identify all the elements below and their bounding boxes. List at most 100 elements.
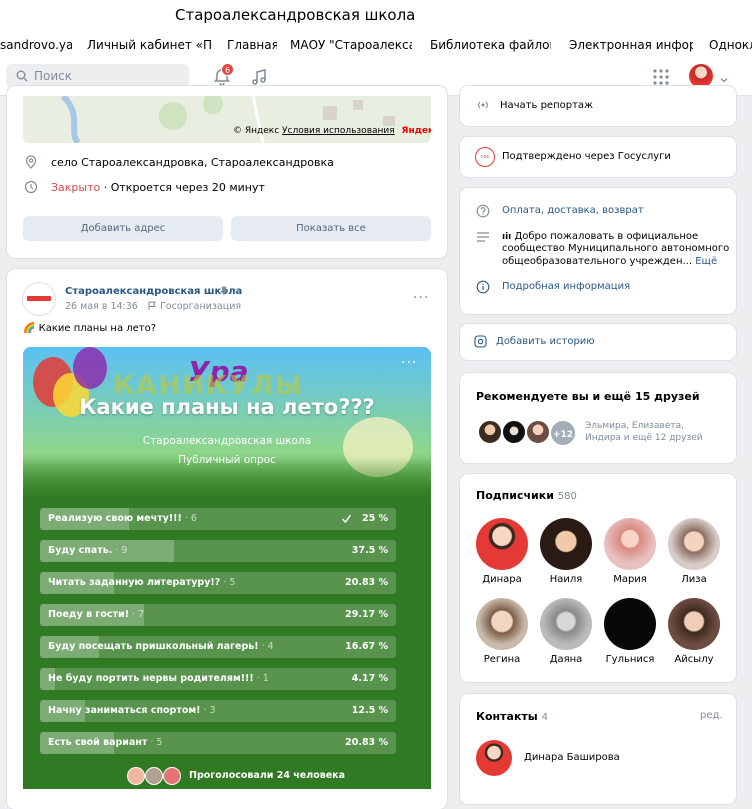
bookmark-6[interactable]: Однокл	[709, 38, 752, 54]
info-card: Оплата, доставка, возврат ıiı Добро пожа…	[460, 188, 736, 314]
subscriber-name[interactable]: Лиза	[659, 574, 729, 585]
text-lines-icon	[477, 232, 489, 242]
search-input[interactable]: Поиск	[6, 64, 189, 88]
location-pin-icon	[25, 155, 37, 169]
poll-option-text: Читать заданную литературу!? · 5	[48, 577, 235, 588]
apps-grid-icon	[653, 69, 669, 85]
poll-voted-count[interactable]: Проголосовали 24 человека	[189, 770, 345, 781]
poll: Ура КАНИКУЛЫ ··· Какие планы на лето??? …	[23, 347, 431, 789]
friend-avatar[interactable]	[501, 419, 527, 445]
add-story-card[interactable]: Добавить историю	[460, 324, 736, 360]
show-all-button[interactable]: Показать все	[231, 216, 431, 241]
more-friends-badge[interactable]: +12	[549, 419, 577, 447]
post-date[interactable]: 26 мая в 14:36	[65, 301, 138, 312]
poll-option-count: · 6	[181, 513, 197, 524]
gosuslugi-icon: гос	[475, 147, 495, 167]
map[interactable]: © Яндекс Условия использования Яндекс	[23, 96, 431, 143]
contact-avatar[interactable]	[476, 740, 512, 776]
voter-avatar[interactable]	[127, 767, 145, 785]
window-title: Староалександровская школа	[175, 6, 416, 24]
bookmark-3[interactable]: МАОУ "Староалекса	[290, 38, 412, 54]
poll-option-count: · 9	[112, 545, 128, 556]
bookmark-5[interactable]: Электронная инфор	[569, 38, 693, 54]
poll-option-label: Не буду портить нервы родителям!!!	[48, 673, 254, 684]
window-title-bar: Староалександровская школа	[0, 0, 752, 32]
subscriber-avatar[interactable]	[604, 598, 656, 650]
friends-names-2: Индира и ещё 12 друзей	[585, 433, 703, 443]
info-circle-icon	[476, 280, 490, 294]
poll-option[interactable]: Есть свой вариант · 5 20.83 %	[40, 732, 396, 754]
bookmark-0[interactable]: sandrovo.ya	[0, 38, 72, 54]
welcome-line-2: сообщество Муниципального автономного	[502, 243, 730, 254]
subscriber-avatar[interactable]	[668, 518, 720, 570]
subscriber-name[interactable]: Гульнися	[595, 654, 665, 665]
poll-author: Староалександровская школа	[142, 435, 312, 447]
broadcast-icon	[478, 101, 488, 109]
notification-badge: 6	[221, 63, 234, 76]
contact-name[interactable]: Динара Баширова	[524, 752, 620, 763]
subscriber-avatar[interactable]	[476, 598, 528, 650]
post-more-button[interactable]: ···	[413, 290, 429, 306]
rainbow-icon: 🌈	[23, 323, 36, 334]
subscriber-avatar[interactable]	[604, 518, 656, 570]
check-icon	[342, 514, 352, 524]
music-note-icon	[252, 69, 266, 85]
subscriber-name[interactable]: Мария	[595, 574, 665, 585]
search-placeholder: Поиск	[34, 69, 73, 83]
poll-option-text: Начну заниматься спортом! · 3	[48, 705, 216, 716]
poll-option[interactable]: Начну заниматься спортом! · 3 12.5 %	[40, 700, 396, 722]
poll-option-text: Не буду портить нервы родителям!!! · 1	[48, 673, 269, 684]
poll-more-button[interactable]: ···	[401, 355, 417, 371]
poll-option[interactable]: Поеду в гости! · 7 29.17 %	[40, 604, 396, 626]
poll-question: Какие планы на лето???	[79, 395, 375, 419]
friend-avatar[interactable]	[525, 419, 551, 445]
bookmark-2[interactable]: Главная	[227, 38, 277, 54]
subscriber-avatar[interactable]	[668, 598, 720, 650]
opening-hours: · Откроется через 20 минут	[100, 181, 265, 194]
gosuslugi-card[interactable]: гос Подтверждено через Госуслуги	[460, 137, 736, 177]
poll-option-percent: 29.17 %	[345, 609, 388, 620]
subscriber-name[interactable]: Наиля	[531, 574, 601, 585]
poll-option[interactable]: Не буду портить нервы родителям!!! · 1 4.…	[40, 668, 396, 690]
payment-link[interactable]: Оплата, доставка, возврат	[502, 205, 644, 216]
contacts-title[interactable]: Контакты	[476, 710, 538, 723]
poll-option[interactable]: Буду посещать пришкольный лагерь! · 4 16.…	[40, 636, 396, 658]
post-org-label: Госорганизация	[160, 301, 242, 312]
map-terms-link[interactable]: Условия использования	[282, 126, 395, 136]
author-avatar[interactable]	[23, 283, 55, 315]
poll-option-percent: 12.5 %	[351, 705, 388, 716]
poll-option[interactable]: Буду спать. · 9 37.5 %	[40, 540, 396, 562]
bookmark-4[interactable]: Библиотека файлов	[430, 38, 551, 54]
voter-avatar[interactable]	[145, 767, 163, 785]
add-address-button[interactable]: Добавить адрес	[23, 216, 223, 241]
subscriber-avatar[interactable]	[540, 518, 592, 570]
report-card[interactable]: Начать репортаж	[460, 86, 736, 126]
poll-option-label: Поеду в гости!	[48, 609, 130, 620]
user-avatar[interactable]	[689, 64, 713, 88]
subscriber-name[interactable]: Айсылу	[659, 654, 729, 665]
subscriber-name[interactable]: Регина	[467, 654, 537, 665]
details-link[interactable]: Подробная информация	[502, 281, 630, 292]
poll-option-percent: 25 %	[361, 513, 388, 524]
subscribers-title[interactable]: Подписчики	[476, 489, 554, 502]
subscriber-avatar[interactable]	[540, 598, 592, 650]
welcome-line-3: общеобразовательного учрежден...	[502, 256, 693, 267]
contacts-edit-link[interactable]: ред.	[700, 710, 723, 721]
poll-option[interactable]: Реализую свою мечту!!! · 6 25 %	[40, 508, 396, 530]
subscriber-name[interactable]: Даяна	[531, 654, 601, 665]
voter-avatar[interactable]	[163, 767, 181, 785]
subscriber-avatar[interactable]	[476, 518, 528, 570]
more-link[interactable]: Ещё	[695, 256, 717, 267]
friend-avatar[interactable]	[477, 419, 503, 445]
clock-icon	[24, 180, 38, 194]
post-author-link[interactable]: Староалександровская школа	[65, 286, 242, 297]
post-text: Какие планы на лето?	[38, 323, 157, 334]
flag-icon	[148, 301, 156, 310]
welcome-line-1: Добро пожаловать в официальное	[514, 231, 699, 242]
poll-option[interactable]: Читать заданную литературу!? · 5 20.83 %	[40, 572, 396, 594]
bookmark-1[interactable]: Личный кабинет «Пе	[87, 38, 211, 54]
map-brand: Яндекс	[401, 126, 431, 136]
poll-option-percent: 20.83 %	[345, 577, 388, 588]
subscriber-name[interactable]: Динара	[467, 574, 537, 585]
poll-option-count: · 4	[258, 641, 274, 652]
